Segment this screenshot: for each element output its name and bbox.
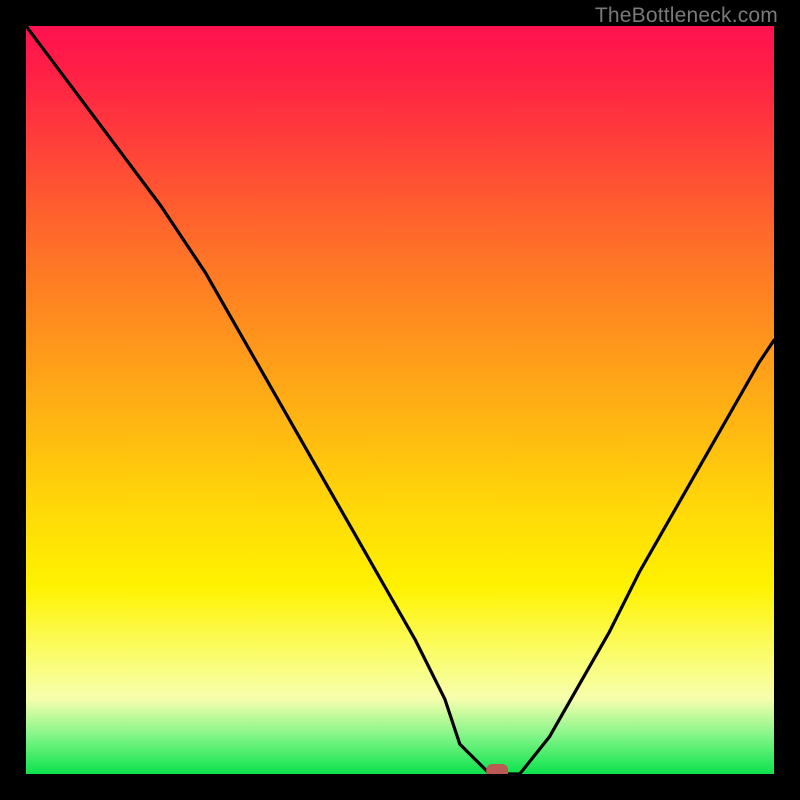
chart-frame: TheBottleneck.com — [0, 0, 800, 800]
bottleneck-curve — [26, 26, 774, 774]
plot-area — [26, 26, 774, 774]
watermark-text: TheBottleneck.com — [595, 4, 778, 28]
curve-layer — [26, 26, 774, 774]
minimum-marker — [486, 764, 508, 774]
